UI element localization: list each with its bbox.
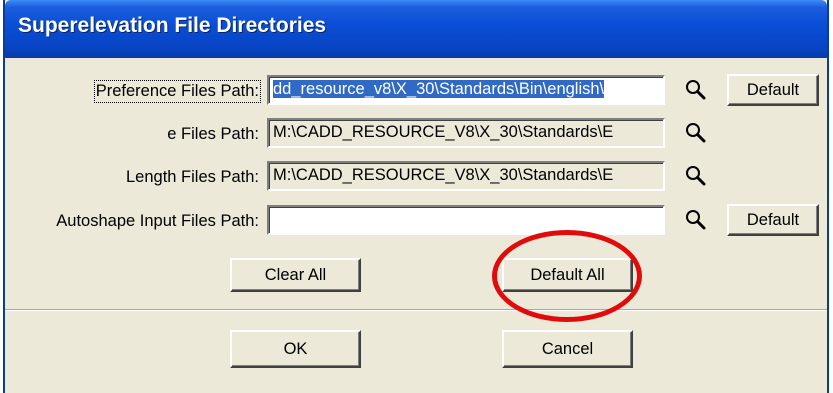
length-files-browse-magnifier-icon[interactable] [685, 165, 707, 187]
cancel-button[interactable]: Cancel [502, 330, 633, 368]
autoshape-browse-magnifier-icon[interactable] [685, 209, 707, 231]
autoshape-path-input[interactable] [267, 205, 665, 235]
preference-path-value: dd_resource_v8\X_30\Standards\Bin\englis… [273, 80, 605, 98]
preference-browse-magnifier-icon[interactable] [685, 79, 707, 101]
autoshape-default-button[interactable]: Default [727, 204, 819, 236]
e-files-browse-magnifier-icon[interactable] [685, 122, 707, 144]
preference-path-row: Preference Files Path: dd_resource_v8\X_… [5, 74, 827, 110]
title-bar[interactable]: Superelevation File Directories [5, 0, 827, 58]
autoshape-path-label: Autoshape Input Files Path: [56, 212, 259, 230]
autoshape-path-row: Autoshape Input Files Path: Default [5, 204, 827, 240]
preference-path-input[interactable]: dd_resource_v8\X_30\Standards\Bin\englis… [267, 75, 665, 105]
superelevation-dialog: Superelevation File Directories Preferen… [3, 0, 829, 393]
length-files-path-input[interactable]: M:\CADD_RESOURCE_V8\X_30\Standards\E [267, 161, 665, 191]
ok-button[interactable]: OK [230, 330, 361, 368]
e-files-path-row: e Files Path: M:\CADD_RESOURCE_V8\X_30\S… [5, 117, 827, 153]
separator [5, 309, 827, 311]
default-all-button[interactable]: Default All [502, 258, 633, 292]
length-files-path-label: Length Files Path: [126, 168, 259, 186]
window-title: Superelevation File Directories [18, 14, 327, 37]
preference-path-label: Preference Files Path: [93, 80, 262, 103]
preference-default-button[interactable]: Default [727, 74, 819, 106]
length-files-path-row: Length Files Path: M:\CADD_RESOURCE_V8\X… [5, 160, 827, 196]
e-files-path-input[interactable]: M:\CADD_RESOURCE_V8\X_30\Standards\E [267, 118, 665, 148]
e-files-path-label: e Files Path: [167, 125, 259, 143]
clear-all-button[interactable]: Clear All [230, 258, 361, 292]
